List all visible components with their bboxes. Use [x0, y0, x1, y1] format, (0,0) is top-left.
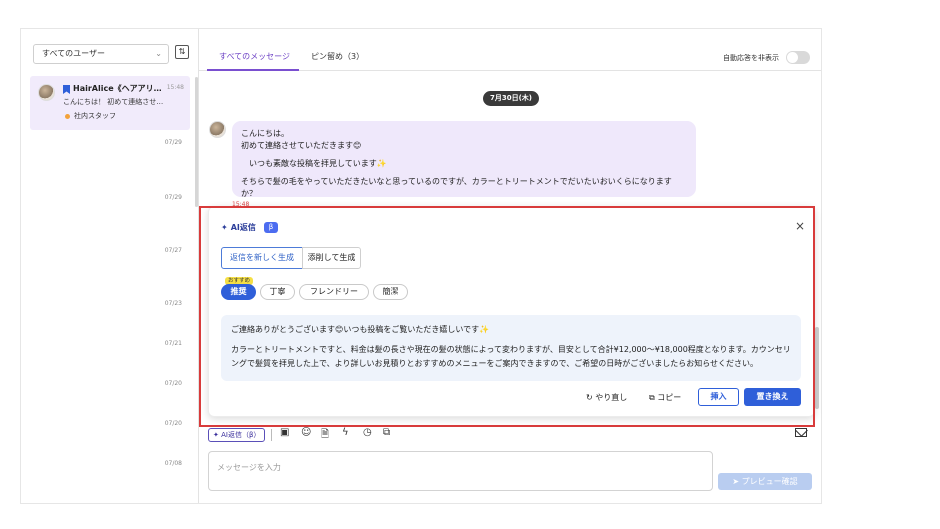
conversation-preview: こんにちは！ 初めて連絡させ…	[63, 98, 164, 106]
clock-icon[interactable]: ◷	[363, 427, 372, 438]
message-line: そちらで髪の毛をやっていただきたいなと思っているのですが、カラーとトリートメント…	[241, 177, 672, 198]
image-icon[interactable]: ▣	[280, 427, 289, 438]
toolbar-divider	[271, 429, 272, 441]
sort-toggle-icon[interactable]: ⇅	[175, 45, 189, 59]
auto-reply-toggle[interactable]	[786, 51, 810, 64]
tone-polite-chip[interactable]: 丁寧	[260, 284, 295, 300]
close-icon[interactable]: ×	[795, 219, 805, 233]
list-item-date[interactable]: 07/29	[165, 139, 182, 146]
tab-pinned[interactable]: ピン留め（3）	[311, 51, 364, 62]
message-line: いつも素敵な投稿を拝見しています✨	[249, 159, 387, 168]
status-dot-icon	[65, 114, 70, 119]
auto-reply-label: 自動応答を非表示	[723, 54, 779, 62]
message-line: 初めて連絡させていただきます😊	[241, 141, 362, 150]
sparkle-icon: ✦	[213, 431, 219, 439]
preview-button[interactable]: ➤ プレビュー確認	[718, 473, 812, 490]
copy-icon: ⧉	[649, 393, 655, 402]
ai-generated-reply: ご連絡ありがとうございます😊いつも投稿をご覧いただき嬉しいです✨ カラーとトリー…	[221, 315, 801, 381]
user-filter-value: すべてのユーザー	[42, 49, 105, 58]
mail-icon[interactable]	[795, 428, 807, 437]
replace-button[interactable]: 置き換え	[744, 388, 801, 406]
list-item-date[interactable]: 07/08	[165, 460, 182, 467]
list-item-date[interactable]: 07/27	[165, 247, 182, 254]
tab-all-messages[interactable]: すべてのメッセージ	[219, 51, 290, 62]
tone-recommended-chip[interactable]: 推奨	[221, 284, 256, 300]
avatar	[209, 121, 226, 138]
list-item-date[interactable]: 07/21	[165, 340, 182, 347]
reply-line: ご連絡ありがとうございます😊いつも投稿をご覧いただき嬉しいです✨	[231, 325, 490, 334]
template-icon[interactable]: ⧉	[383, 427, 390, 438]
active-tab-indicator	[207, 69, 299, 71]
bookmark-icon	[63, 85, 70, 94]
redo-button[interactable]: ↻ やり直し	[586, 390, 627, 406]
chat-scrollbar[interactable]	[815, 327, 819, 409]
message-line: こんにちは。	[241, 129, 289, 138]
chevron-down-icon: ⌄	[155, 49, 162, 58]
refresh-icon: ↻	[586, 393, 593, 402]
revise-generate-button[interactable]: 添削して生成	[302, 247, 361, 269]
incoming-message-bubble: こんにちは。 初めて連絡させていただきます😊 いつも素敵な投稿を拝見しています✨…	[232, 121, 696, 198]
message-tabs: すべてのメッセージ ピン留め（3） 自動応答を非表示	[199, 29, 821, 71]
beta-badge: β	[264, 222, 278, 233]
insert-button[interactable]: 挿入	[698, 388, 739, 406]
sparkle-icon: ✦	[221, 223, 228, 232]
list-item-date[interactable]: 07/20	[165, 420, 182, 427]
conversation-item[interactable]: HairAlice《ヘアアリ… 15:48 こんにちは！ 初めて連絡させ… 社内…	[30, 76, 190, 130]
tone-concise-chip[interactable]: 簡潔	[373, 284, 408, 300]
ai-reply-button[interactable]: ✦ AI返信（β）	[208, 428, 266, 442]
app-window: すべてのユーザー ⌄ ⇅ HairAlice《ヘアアリ… 15:48 こんにちは…	[20, 28, 822, 504]
message-input[interactable]: メッセージを入力	[208, 451, 713, 491]
list-item-date[interactable]: 07/29	[165, 194, 182, 201]
conversation-sidebar: すべてのユーザー ⌄ ⇅ HairAlice《ヘアアリ… 15:48 こんにちは…	[21, 29, 199, 503]
emoji-icon[interactable]: ☺	[301, 427, 311, 438]
tone-friendly-chip[interactable]: フレンドリー	[299, 284, 369, 300]
sidebar-scrollbar[interactable]	[195, 77, 198, 207]
avatar	[38, 84, 55, 101]
ai-reply-title: ✦ AI返信	[221, 223, 256, 232]
conversation-tag: 社内スタッフ	[74, 112, 116, 120]
conversation-name: HairAlice《ヘアアリ…	[73, 84, 162, 93]
date-divider: 7月30日(木)	[483, 91, 539, 106]
lightning-icon[interactable]: ϟ	[342, 427, 349, 438]
ai-reply-panel: ✦ AI返信 β × 返信を新しく生成 添削して生成 おすすめ 推奨 丁寧 フレン…	[208, 206, 815, 417]
send-icon: ➤	[732, 477, 740, 486]
generate-new-button[interactable]: 返信を新しく生成	[221, 247, 303, 269]
list-item-date[interactable]: 07/23	[165, 300, 182, 307]
list-item-date[interactable]: 07/20	[165, 380, 182, 387]
reply-line: カラーとトリートメントですと、料金は髪の長さや現在の髪の状態によって変わりますが…	[231, 345, 791, 368]
user-filter-select[interactable]: すべてのユーザー ⌄	[33, 44, 169, 64]
conversation-time: 15:48	[166, 84, 184, 91]
copy-button[interactable]: ⧉ コピー	[649, 390, 681, 406]
document-icon[interactable]: 🗎	[321, 427, 329, 444]
